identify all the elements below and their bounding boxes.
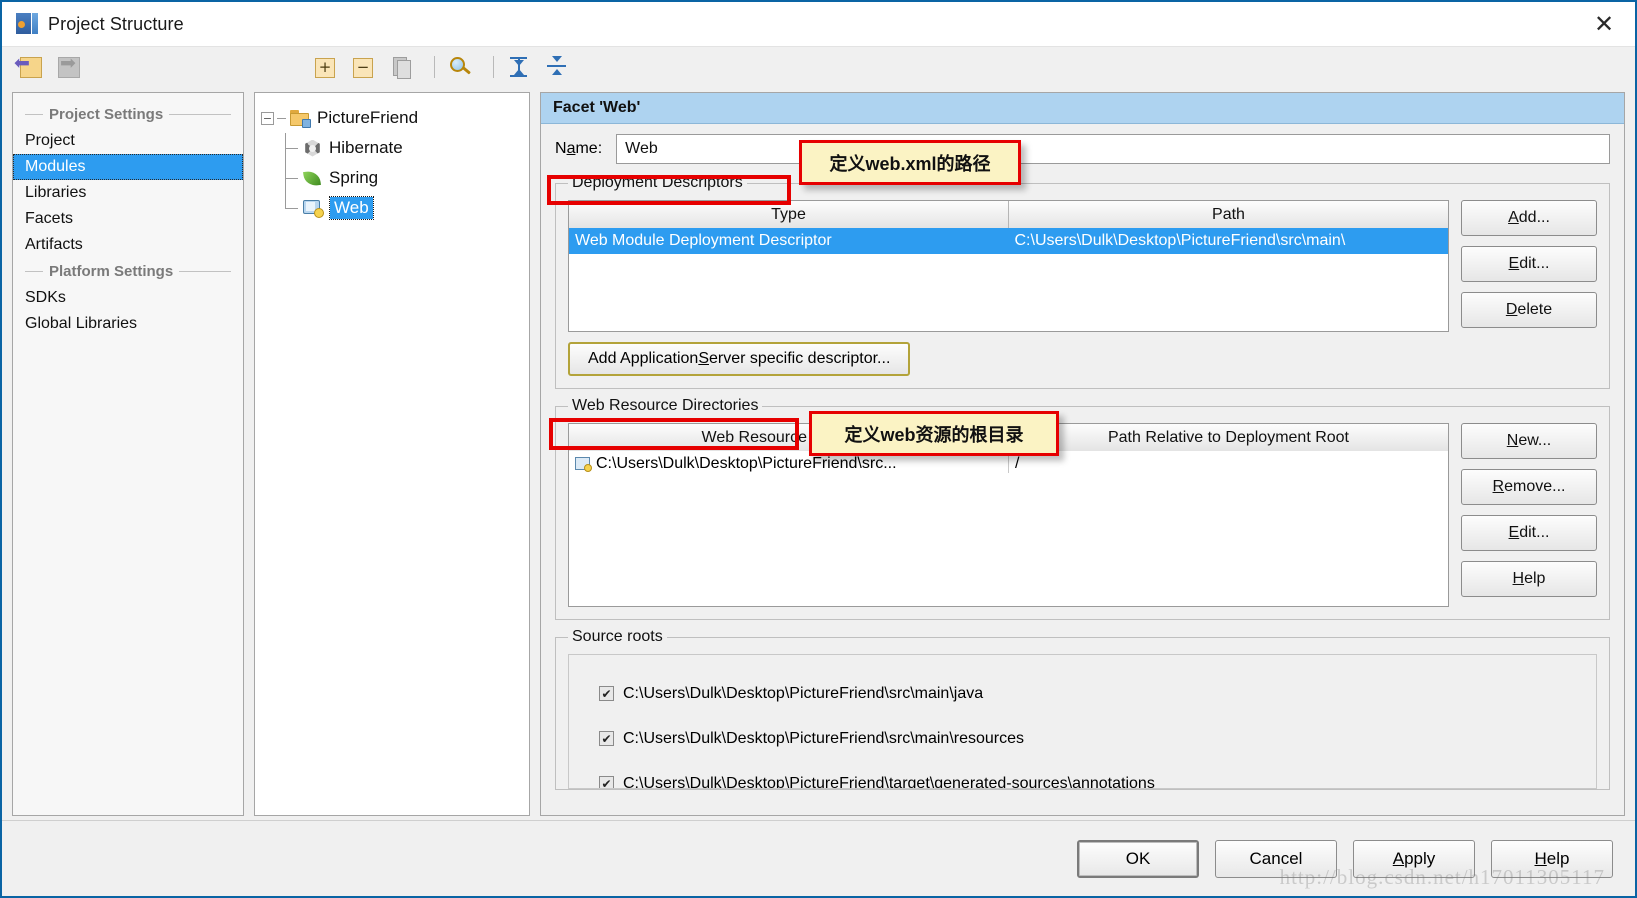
edit-button[interactable]: Edit... [1461, 515, 1597, 551]
sidebar-group-platform-settings: Platform Settings [13, 258, 243, 285]
collapse-toggle-icon[interactable]: − [261, 111, 274, 125]
cell-directory-text: C:\Users\Dulk\Desktop\PictureFriend\src.… [596, 455, 897, 472]
add-app-server-descriptor-button[interactable]: Add Application Server specific descript… [568, 342, 911, 376]
web-resource-directories-group: Web Resource Directories Web Resource Di… [555, 397, 1610, 620]
remove-icon[interactable]: − [348, 53, 378, 81]
toolbar-separator [493, 55, 494, 78]
facet-name-label: Name: [555, 140, 603, 157]
source-root-item[interactable]: ✔ C:\Users\Dulk\Desktop\PictureFriend\sr… [569, 671, 1596, 716]
facet-settings-pane: Facet 'Web' Name: Deployment Descriptors… [540, 92, 1625, 816]
toolbar-separator [434, 55, 435, 78]
back-arrow-icon[interactable]: ⬅ [14, 53, 46, 81]
window-title: Project Structure [48, 13, 184, 34]
tree-node-label: Hibernate [329, 138, 403, 157]
add-button[interactable]: AAdd...dd... [1461, 200, 1597, 236]
column-header-path-relative: Path Relative to Deployment Root [1009, 424, 1448, 451]
column-header-type: Type [569, 201, 1009, 228]
cell-type: Web Module Deployment Descriptor [575, 232, 832, 249]
source-roots-legend: Source roots [572, 628, 663, 645]
deployment-descriptors-buttons: AAdd...dd... Edit... Delete [1461, 200, 1597, 328]
tree-node-label: PictureFriend [317, 108, 419, 127]
module-tree: − PictureFriend Hibernate Spring Web [254, 92, 530, 816]
settings-sidebar: Project Settings Project Modules Librari… [12, 92, 244, 816]
tree-node-spring[interactable]: Spring [261, 163, 523, 193]
dialog-body: Project Settings Project Modules Librari… [2, 86, 1635, 820]
source-root-path: C:\Users\Dulk\Desktop\PictureFriend\targ… [623, 774, 1155, 789]
expand-all-icon[interactable] [504, 53, 534, 81]
source-root-path: C:\Users\Dulk\Desktop\PictureFriend\src\… [623, 729, 1025, 747]
collapse-all-icon[interactable] [542, 53, 572, 81]
sidebar-item-artifacts[interactable]: Artifacts [13, 232, 243, 258]
find-icon[interactable] [445, 53, 475, 81]
sidebar-item-modules[interactable]: Modules [13, 154, 243, 180]
deployment-descriptors-table[interactable]: Type Path Web Module Deployment Descript… [568, 200, 1449, 332]
tree-node-web[interactable]: Web [261, 193, 523, 223]
delete-button[interactable]: Delete [1461, 292, 1597, 328]
project-structure-dialog: Project Structure ✕ ⬅ ➡ + − Project Sett… [0, 0, 1637, 898]
source-roots-list: ✔ C:\Users\Dulk\Desktop\PictureFriend\sr… [568, 654, 1597, 789]
annotation-tooltip-webxml-path: 定义web.xml的路径 [799, 140, 1021, 185]
tree-node-label: Web [329, 196, 374, 220]
sidebar-group-label: Platform Settings [49, 263, 174, 280]
forward-arrow-icon[interactable]: ➡ [54, 53, 84, 81]
tree-node-hibernate[interactable]: Hibernate [261, 133, 523, 163]
sidebar-item-libraries[interactable]: Libraries [13, 180, 243, 206]
module-folder-icon [290, 109, 311, 128]
sidebar-group-project-settings: Project Settings [13, 101, 243, 128]
help-button[interactable]: Help [1461, 561, 1597, 597]
deployment-descriptors-group: Deployment Descriptors Type Path Web Mod… [555, 174, 1610, 389]
table-body: Web Module Deployment Descriptor C:\User… [569, 228, 1448, 331]
source-root-item[interactable]: ✔ C:\Users\Dulk\Desktop\PictureFriend\ta… [569, 761, 1596, 789]
facet-name-input[interactable] [616, 134, 1610, 164]
toolbar: ⬅ ➡ + − [2, 46, 1635, 86]
tree-node-label: Spring [329, 168, 379, 187]
checkbox-icon[interactable]: ✔ [599, 686, 614, 701]
checkbox-icon[interactable]: ✔ [599, 731, 614, 746]
directory-icon [575, 457, 592, 472]
cancel-button[interactable]: Cancel [1215, 839, 1337, 878]
source-root-path: C:\Users\Dulk\Desktop\PictureFriend\src\… [623, 684, 984, 702]
sidebar-item-facets[interactable]: Facets [13, 206, 243, 232]
tree-node-root[interactable]: − PictureFriend [261, 103, 523, 133]
deployment-descriptors-legend: Deployment Descriptors [572, 174, 743, 191]
intellij-idea-icon [16, 13, 38, 35]
facet-header: Facet 'Web' [541, 93, 1624, 124]
facet-name-row: Name: [555, 134, 1610, 164]
remove-button[interactable]: Remove... [1461, 469, 1597, 505]
copy-icon[interactable] [386, 53, 416, 81]
column-header-path: Path [1009, 201, 1448, 228]
spring-leaf-icon [303, 169, 322, 188]
table-body: C:\Users\Dulk\Desktop\PictureFriend\src.… [569, 451, 1448, 606]
table-row[interactable]: Web Module Deployment Descriptor C:\User… [569, 228, 1448, 254]
annotation-tooltip-web-resource-root: 定义web资源的根目录 [809, 411, 1059, 456]
cell-web-resource-directory: C:\Users\Dulk\Desktop\PictureFriend\src.… [569, 455, 1009, 473]
table-header: Type Path [569, 201, 1448, 228]
checkbox-icon[interactable]: ✔ [599, 776, 614, 788]
new-button[interactable]: New... [1461, 423, 1597, 459]
sidebar-group-label: Project Settings [49, 106, 164, 123]
web-resource-directories-legend: Web Resource Directories [572, 397, 759, 414]
sidebar-item-project[interactable]: Project [13, 128, 243, 154]
add-icon[interactable]: + [310, 53, 340, 81]
sidebar-item-global-libraries[interactable]: Global Libraries [13, 311, 243, 337]
title-bar: Project Structure ✕ [2, 2, 1635, 46]
dialog-footer: OK Cancel Apply Help http://blog.csdn.ne… [2, 820, 1635, 896]
edit-button[interactable]: Edit... [1461, 246, 1597, 282]
hibernate-icon [303, 139, 322, 158]
cell-relative-path: / [1015, 455, 1020, 472]
facet-body: Name: Deployment Descriptors Type Path [541, 124, 1624, 815]
cell-path: C:\Users\Dulk\Desktop\PictureFriend\src\… [1014, 232, 1346, 249]
web-facet-icon [303, 199, 324, 218]
web-resource-directories-buttons: New... Remove... Edit... Help [1461, 423, 1597, 597]
sidebar-item-sdks[interactable]: SDKs [13, 285, 243, 311]
apply-button[interactable]: Apply [1353, 839, 1475, 878]
ok-button[interactable]: OK [1077, 839, 1199, 878]
source-roots-group: Source roots ✔ C:\Users\Dulk\Desktop\Pic… [555, 628, 1610, 790]
close-icon[interactable]: ✕ [1573, 2, 1635, 46]
help-button[interactable]: Help [1491, 839, 1613, 878]
source-root-item[interactable]: ✔ C:\Users\Dulk\Desktop\PictureFriend\sr… [569, 716, 1596, 761]
